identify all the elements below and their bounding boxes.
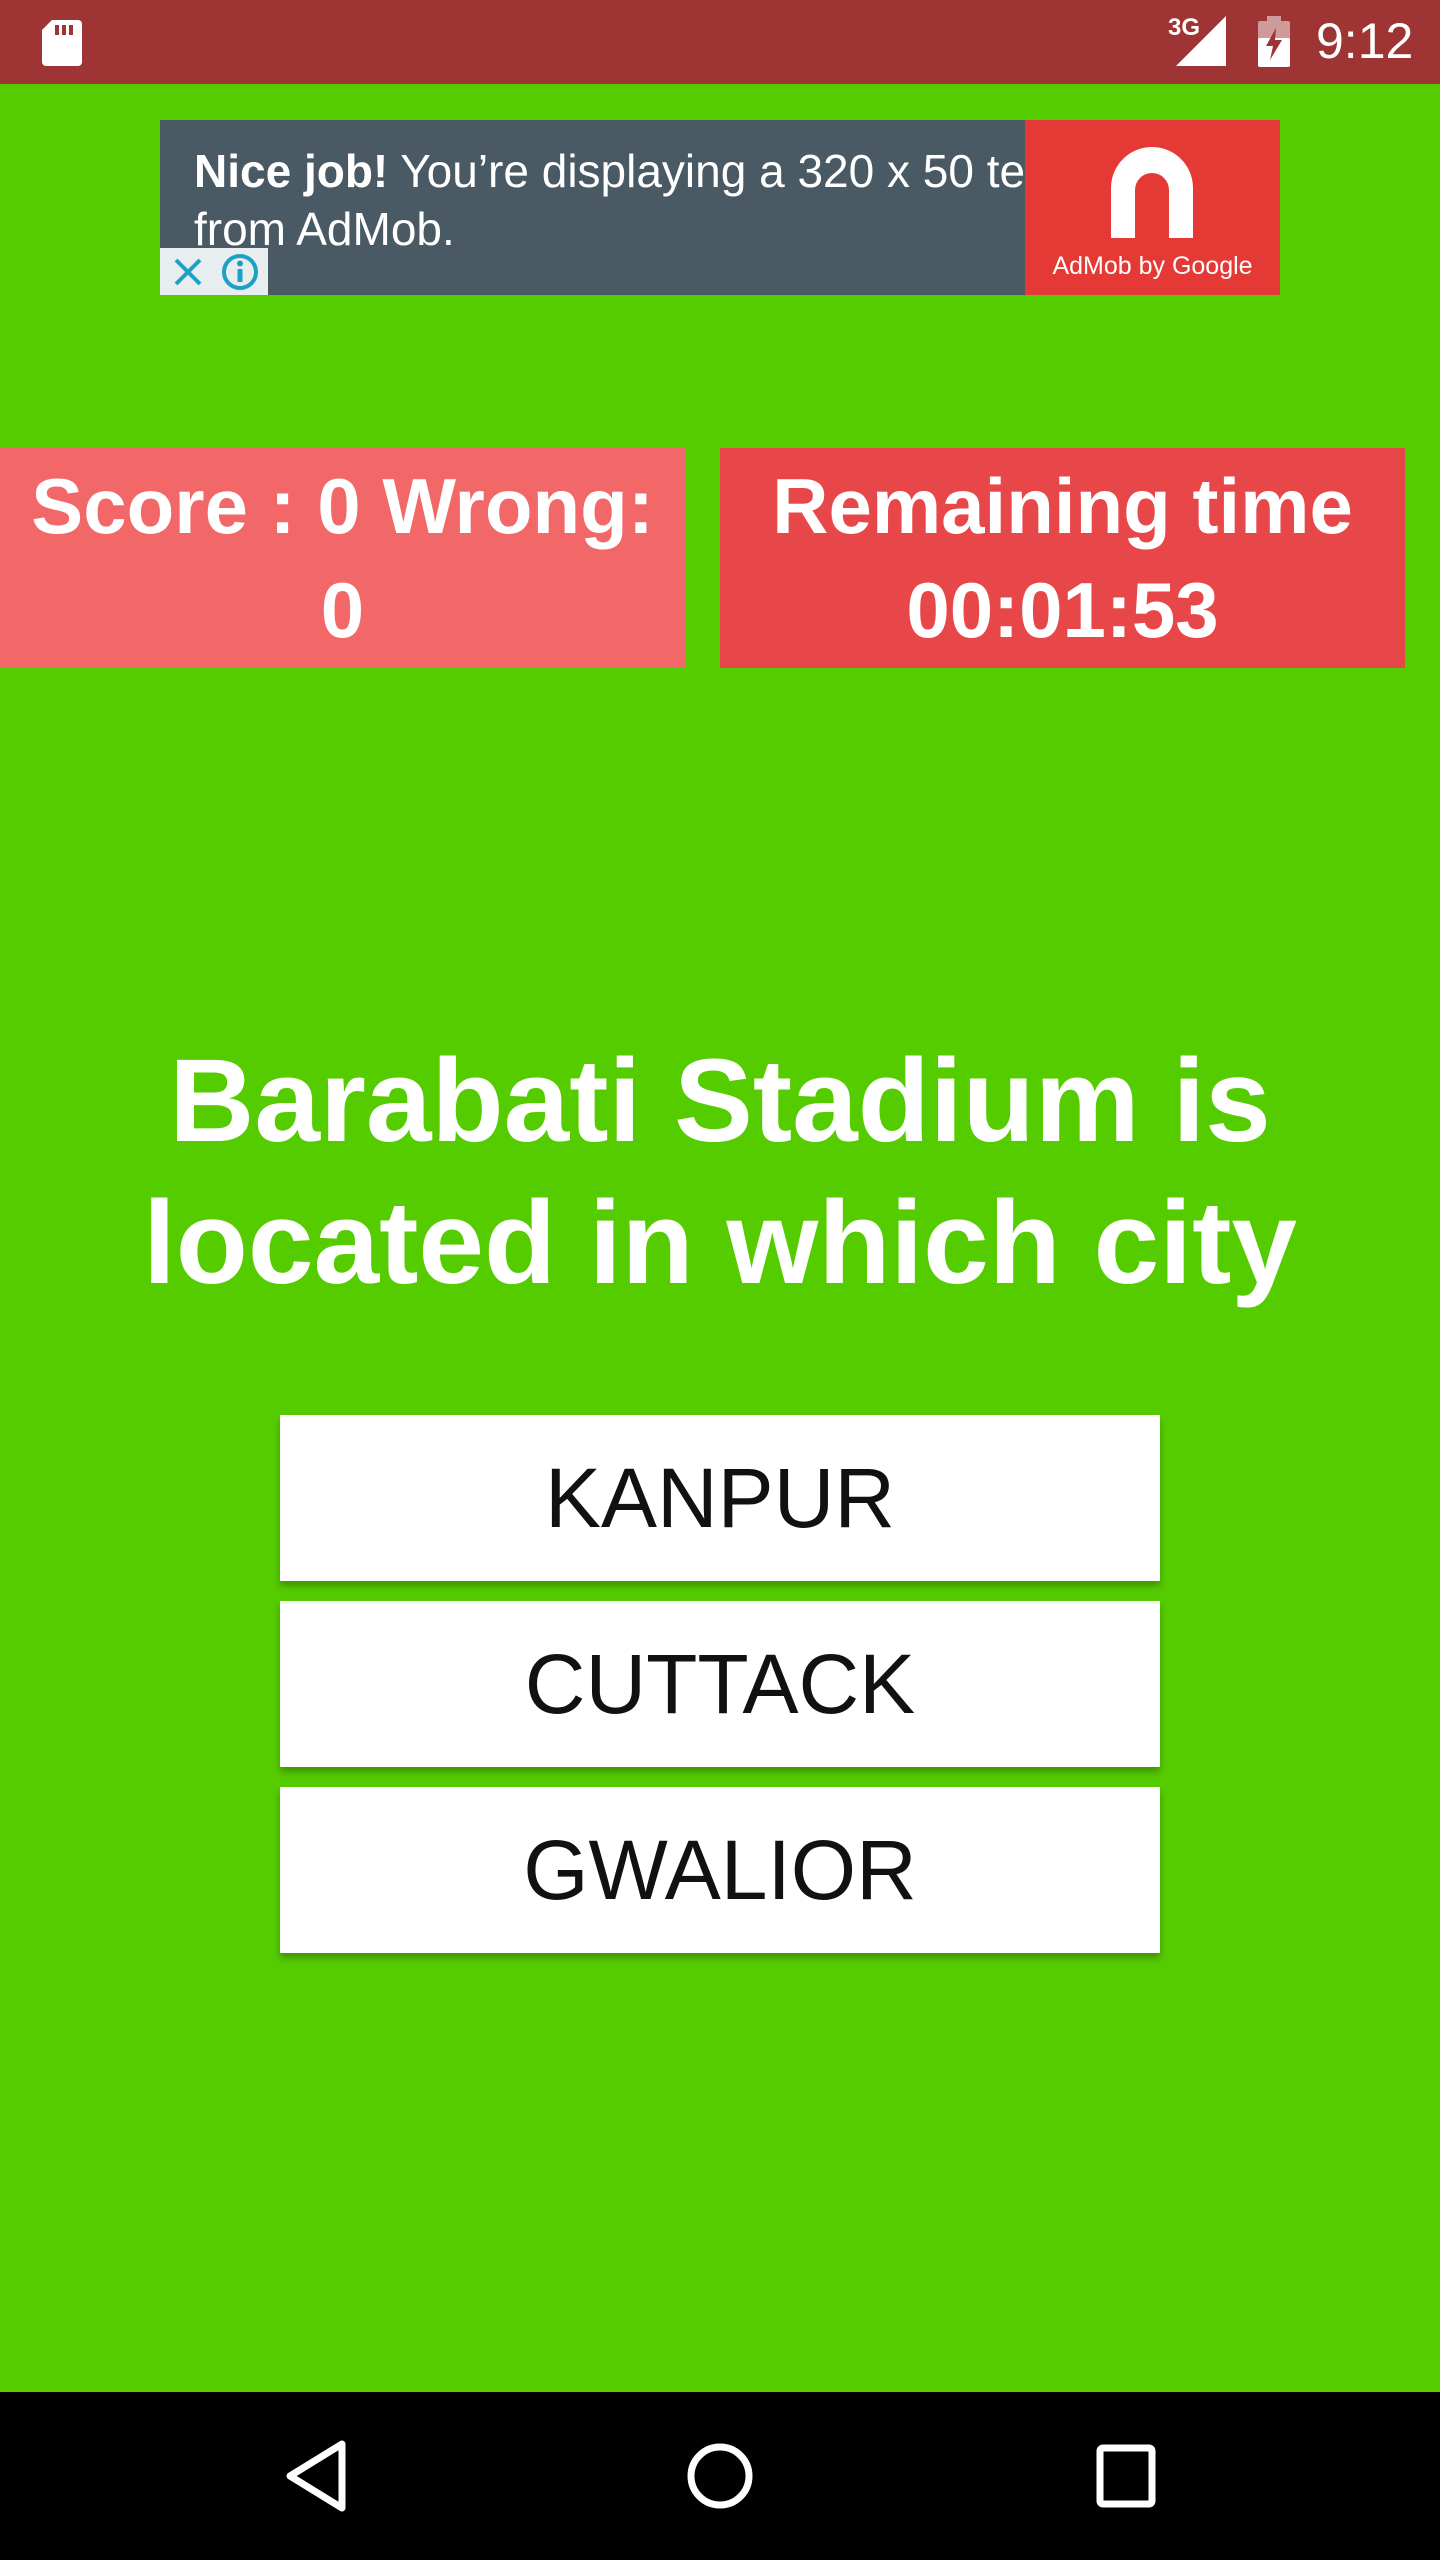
navigation-bar xyxy=(0,2392,1440,2560)
recent-apps-icon[interactable] xyxy=(1094,2436,1158,2516)
sd-card-icon xyxy=(42,20,82,66)
answer-button-gwalior[interactable]: GWALIOR xyxy=(280,1787,1160,1953)
ad-headline: Nice job! xyxy=(194,145,389,197)
ad-logo-area[interactable]: AdMob by Google xyxy=(1025,120,1280,295)
answer-button-kanpur[interactable]: KANPUR xyxy=(280,1415,1160,1581)
question-text: Barabati Stadium is located in which cit… xyxy=(142,1035,1297,1309)
network-type-label: 3G xyxy=(1168,14,1201,41)
ad-brand-label: AdMob by Google xyxy=(1052,252,1253,280)
score-panel: Score : 0 Wrong: 0 xyxy=(0,448,685,668)
admob-logo-icon xyxy=(1111,147,1193,238)
score-text: Score : 0 Wrong: 0 xyxy=(31,462,654,654)
ad-banner[interactable]: Nice job! You’re displaying a 320 x 50 t… xyxy=(160,120,1280,295)
close-icon[interactable] xyxy=(164,252,212,292)
timer-panel: Remaining time 00:01:53 xyxy=(720,448,1405,668)
status-clock: 9:12 xyxy=(1316,13,1414,69)
battery-icon xyxy=(1258,16,1290,67)
home-icon[interactable] xyxy=(684,2436,756,2516)
back-icon[interactable] xyxy=(282,2436,352,2516)
info-icon[interactable] xyxy=(216,252,264,292)
timer-value: 00:01:53 xyxy=(906,566,1219,654)
status-bar: 3G 9:12 xyxy=(0,0,1440,84)
answer-button-cuttack[interactable]: CUTTACK xyxy=(280,1601,1160,1767)
ad-controls xyxy=(160,248,268,295)
timer-label: Remaining time xyxy=(772,462,1353,550)
